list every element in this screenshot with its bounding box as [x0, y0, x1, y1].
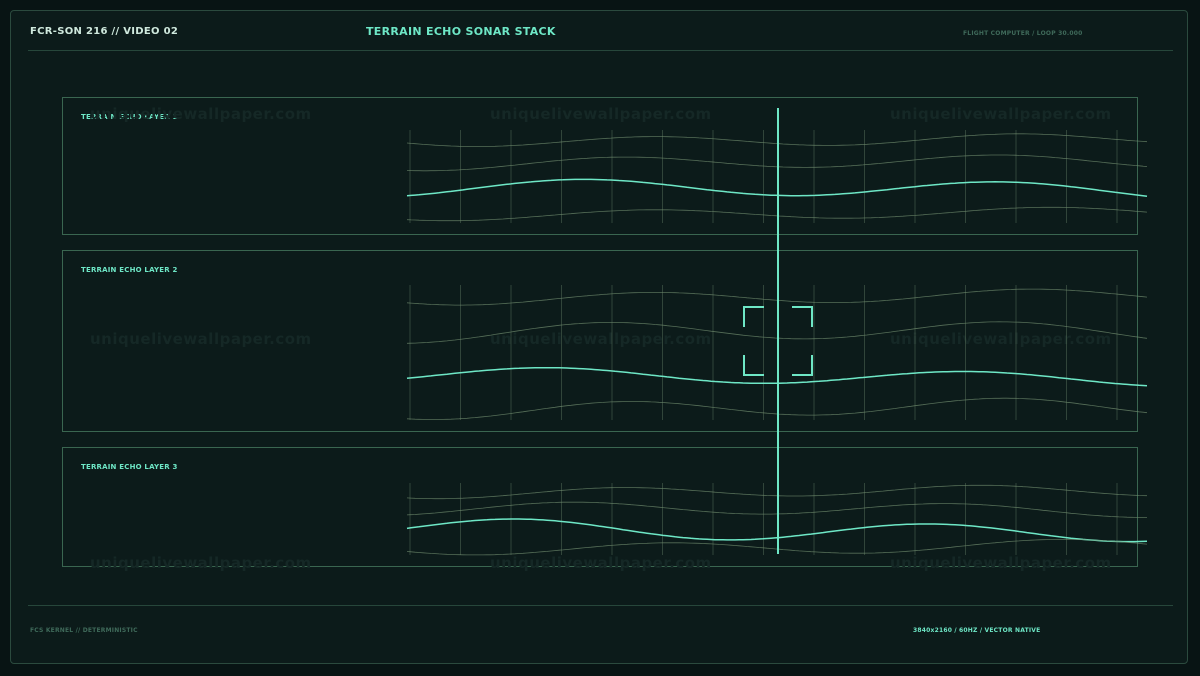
reticle-corner: [792, 355, 813, 376]
reticle-corner: [792, 306, 813, 327]
reticle-corner: [743, 306, 764, 327]
sonar-wave-display: [406, 108, 1148, 556]
reticle-corner: [743, 355, 764, 376]
footer-kernel: FCS KERNEL // DETERMINISTIC: [30, 627, 138, 634]
footer-divider: [28, 605, 1173, 606]
footer-spec: 3840x2160 / 60HZ / VECTOR NATIVE: [913, 627, 1041, 634]
